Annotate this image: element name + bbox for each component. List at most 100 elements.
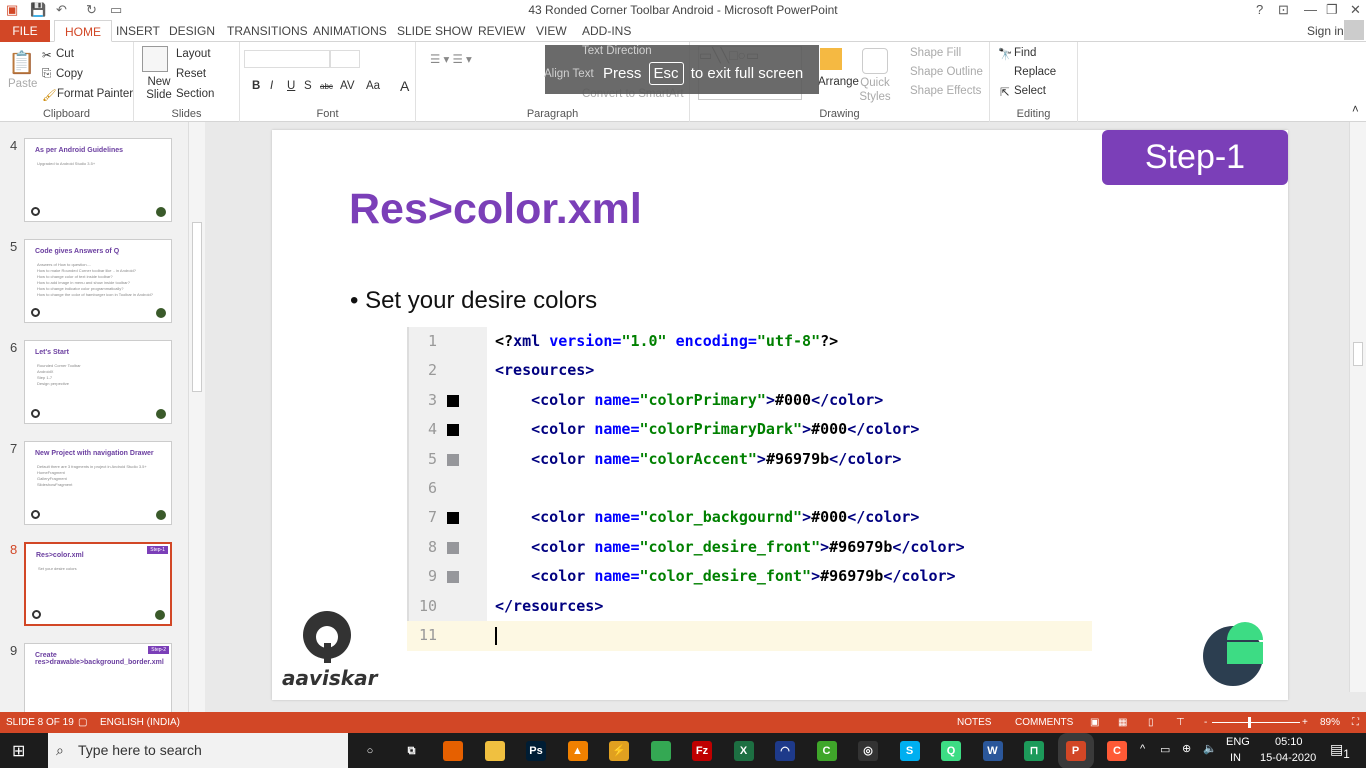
- notes-button[interactable]: NOTES: [957, 717, 991, 728]
- quick-styles-button[interactable]: Quick Styles: [856, 76, 894, 104]
- slideshow-view-icon[interactable]: ⊤: [1176, 717, 1185, 728]
- windows-start-icon[interactable]: ⊞: [12, 741, 25, 761]
- clock-time[interactable]: 05:10: [1275, 736, 1303, 748]
- tab-animations[interactable]: ANIMATIONS: [303, 20, 397, 42]
- slide-scrollbar[interactable]: [1349, 122, 1366, 692]
- thumbnail-line: GalleryFragment: [37, 476, 67, 481]
- help-button[interactable]: ?: [1256, 2, 1263, 17]
- slide-sorter-icon[interactable]: ▦: [1118, 717, 1127, 728]
- collapse-ribbon-icon[interactable]: ˄: [1352, 104, 1359, 116]
- taskbar-vlc-icon[interactable]: ▲: [567, 741, 588, 761]
- reset-button[interactable]: Reset: [176, 68, 206, 80]
- tab-add-ins[interactable]: ADD-INS: [572, 20, 641, 42]
- align-text-button[interactable]: Align Text: [544, 68, 594, 80]
- taskbar-excel-icon[interactable]: X: [733, 741, 754, 761]
- ribbon-display-icon[interactable]: ⊡: [1278, 2, 1289, 18]
- zoom-slider[interactable]: [1212, 722, 1300, 723]
- change-case-button[interactable]: Aa: [366, 80, 380, 92]
- bullets-icon[interactable]: ☰ ▾ ☰ ▾: [430, 52, 472, 66]
- slide-title[interactable]: Res>color.xml: [349, 185, 642, 234]
- taskbar-camtasia-icon[interactable]: C: [816, 741, 837, 761]
- taskbar-photoshop-icon[interactable]: Ps: [526, 741, 546, 761]
- taskbar-file-explorer-icon[interactable]: [484, 741, 505, 761]
- tab-view[interactable]: VIEW: [526, 20, 577, 42]
- slide-thumbnail-4[interactable]: As per Android Guidelines Upgraded to And…: [24, 138, 172, 222]
- font-color-button[interactable]: A: [400, 78, 409, 94]
- taskbar-powerpoint-icon[interactable]: P: [1065, 741, 1086, 761]
- comments-button[interactable]: COMMENTS: [1015, 717, 1073, 728]
- close-button[interactable]: ✕: [1350, 2, 1361, 18]
- arrange-button[interactable]: Arrange: [818, 76, 859, 88]
- slide-thumbnail-8[interactable]: Res>color.xml Step-1 Set your desire color…: [24, 542, 172, 626]
- fit-slide-icon[interactable]: ⛶: [1352, 717, 1359, 728]
- slide-thumbnail-5[interactable]: Code gives Answers of Q Answers of How to…: [24, 239, 172, 323]
- zoom-slider-thumb[interactable]: [1248, 717, 1251, 728]
- language-indicator[interactable]: ENGLISH (INDIA): [100, 717, 180, 728]
- spellcheck-icon[interactable]: ▢: [78, 717, 87, 728]
- clock-date[interactable]: 15-04-2020: [1260, 752, 1316, 764]
- slide-bullet[interactable]: • Set your desire colors: [350, 287, 597, 315]
- font-size-select[interactable]: [330, 50, 360, 68]
- taskbar-chrome-icon[interactable]: [650, 741, 671, 761]
- paste-button[interactable]: Paste: [8, 78, 37, 90]
- taskbar-app-blue-icon[interactable]: ◠: [775, 741, 795, 761]
- notification-icon[interactable]: ▤1: [1330, 741, 1350, 761]
- slide-canvas[interactable]: Step-1 Res>color.xml • Set your desire c…: [272, 130, 1288, 700]
- copy-button[interactable]: Copy: [56, 68, 83, 80]
- restore-button[interactable]: ❐: [1326, 2, 1338, 18]
- find-button[interactable]: Find: [1014, 47, 1036, 59]
- taskbar-firefox-icon[interactable]: [443, 741, 463, 761]
- section-button[interactable]: Section: [176, 88, 214, 100]
- zoom-in-button[interactable]: +: [1302, 717, 1308, 728]
- network-icon[interactable]: ⊕: [1182, 742, 1191, 755]
- taskbar-filezilla-icon[interactable]: Fz: [692, 741, 712, 761]
- taskbar-app-green-icon[interactable]: ⊓: [1024, 741, 1044, 761]
- slide-thumbnail-7[interactable]: New Project with navigation Drawer Defaul…: [24, 441, 172, 525]
- taskbar-obs-icon[interactable]: ◎: [858, 741, 878, 761]
- slide-thumbnail-6[interactable]: Let's Start Rounded Corner Toolbar Android…: [24, 340, 172, 424]
- shape-effects-button[interactable]: Shape Effects: [910, 85, 981, 97]
- paragraph-label: Paragraph: [526, 108, 579, 120]
- format-painter-button[interactable]: Format Painter: [57, 88, 133, 100]
- taskbar-word-icon[interactable]: W: [982, 741, 1003, 761]
- normal-view-icon[interactable]: ▣: [1090, 717, 1099, 728]
- font-name-select[interactable]: [244, 50, 330, 68]
- taskbar-skype-icon[interactable]: S: [899, 741, 920, 761]
- input-language-1[interactable]: ENG: [1226, 736, 1250, 748]
- thumbnails-scrollbar[interactable]: [188, 122, 205, 712]
- taskbar-camtasia-recorder-icon[interactable]: C: [1107, 741, 1127, 761]
- avatar[interactable]: [1344, 20, 1364, 40]
- taskbar-android-studio-icon[interactable]: Q: [941, 741, 961, 761]
- zoom-out-button[interactable]: -: [1204, 717, 1207, 728]
- cut-button[interactable]: Cut: [56, 48, 74, 60]
- slide-thumbnail-9[interactable]: Create res>drawable>background_border.xm…: [24, 643, 172, 712]
- taskbar-task-view-icon[interactable]: ⧉: [401, 741, 422, 761]
- italic-button[interactable]: I: [270, 80, 273, 92]
- new-slide-button[interactable]: New Slide: [142, 76, 176, 102]
- input-language-2[interactable]: IN: [1230, 752, 1241, 764]
- tab-home[interactable]: HOME: [54, 20, 112, 42]
- taskbar-winamp-icon[interactable]: ⚡: [609, 741, 629, 761]
- taskbar-search[interactable]: ⌕ Type here to search: [48, 733, 348, 768]
- volume-icon[interactable]: 🔈: [1203, 742, 1217, 755]
- reading-view-icon[interactable]: ▯: [1148, 717, 1154, 728]
- char-spacing-button[interactable]: AV: [340, 80, 355, 92]
- text-direction-button[interactable]: Text Direction: [582, 45, 652, 57]
- taskbar-cortana-icon[interactable]: ○: [360, 741, 380, 761]
- tray-chevron-icon[interactable]: ^: [1140, 743, 1145, 755]
- layout-button[interactable]: Layout: [176, 48, 211, 60]
- replace-button[interactable]: Replace: [1014, 66, 1056, 78]
- battery-icon[interactable]: ▭: [1160, 743, 1170, 756]
- zoom-level[interactable]: 89%: [1320, 717, 1340, 728]
- shape-fill-button[interactable]: Shape Fill: [910, 47, 961, 59]
- bold-button[interactable]: B: [252, 80, 260, 92]
- sign-in-link[interactable]: Sign in: [1307, 24, 1344, 38]
- shape-outline-button[interactable]: Shape Outline: [910, 66, 983, 78]
- minimize-button[interactable]: —: [1304, 2, 1317, 17]
- strikethrough-button[interactable]: abc: [320, 82, 333, 91]
- underline-button[interactable]: U: [287, 80, 295, 92]
- tab-file[interactable]: FILE: [0, 20, 50, 42]
- tab-design[interactable]: DESIGN: [159, 20, 225, 42]
- select-button[interactable]: Select: [1014, 85, 1046, 97]
- shadow-button[interactable]: S: [304, 80, 312, 92]
